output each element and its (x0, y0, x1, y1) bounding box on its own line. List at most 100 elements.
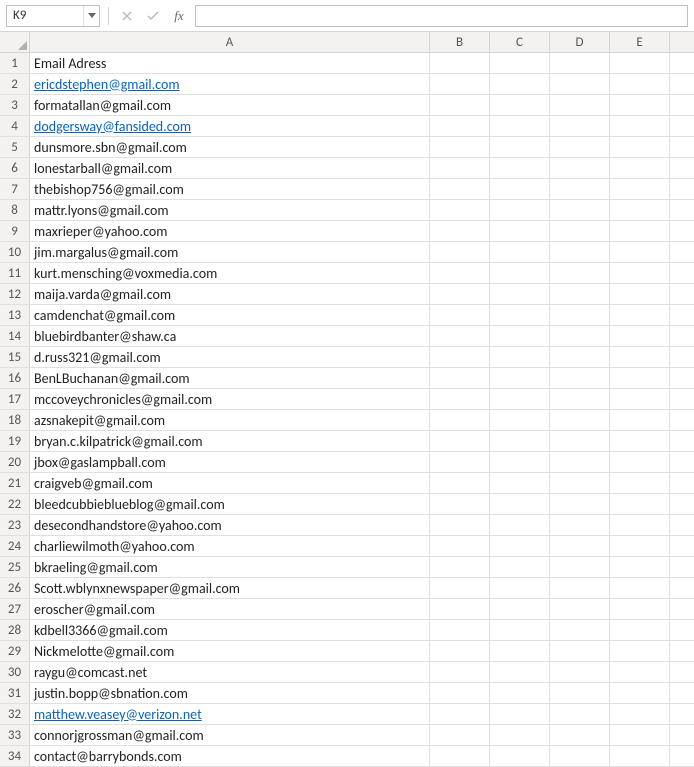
cell-B17[interactable] (430, 389, 490, 409)
cell-C5[interactable] (490, 137, 550, 157)
cell-E8[interactable] (610, 200, 670, 220)
cell-C27[interactable] (490, 599, 550, 619)
cell-B21[interactable] (430, 473, 490, 493)
cell-B33[interactable] (430, 725, 490, 745)
cell-C19[interactable] (490, 431, 550, 451)
cell-A34[interactable]: contact@barrybonds.com (30, 746, 430, 766)
cell-C10[interactable] (490, 242, 550, 262)
cell-E28[interactable] (610, 620, 670, 640)
row-header[interactable]: 18 (0, 410, 30, 430)
cell-D9[interactable] (550, 221, 610, 241)
row-header[interactable]: 5 (0, 137, 30, 157)
cell-B27[interactable] (430, 599, 490, 619)
cell-C29[interactable] (490, 641, 550, 661)
cell-C1[interactable] (490, 53, 550, 73)
cell-E22[interactable] (610, 494, 670, 514)
cell-D14[interactable] (550, 326, 610, 346)
cell-D8[interactable] (550, 200, 610, 220)
row-header[interactable]: 6 (0, 158, 30, 178)
cell-A13[interactable]: camdenchat@gmail.com (30, 305, 430, 325)
cell-B12[interactable] (430, 284, 490, 304)
cell-C30[interactable] (490, 662, 550, 682)
row-header[interactable]: 11 (0, 263, 30, 283)
cell-E17[interactable] (610, 389, 670, 409)
cell-C21[interactable] (490, 473, 550, 493)
cell-B31[interactable] (430, 683, 490, 703)
cell-E25[interactable] (610, 557, 670, 577)
cell-B10[interactable] (430, 242, 490, 262)
cell-A12[interactable]: maija.varda@gmail.com (30, 284, 430, 304)
cell-B15[interactable] (430, 347, 490, 367)
row-header[interactable]: 22 (0, 494, 30, 514)
row-header[interactable]: 25 (0, 557, 30, 577)
formula-bar-input[interactable] (195, 5, 688, 27)
insert-function-button[interactable]: fx (169, 6, 189, 26)
cell-A18[interactable]: azsnakepit@gmail.com (30, 410, 430, 430)
cell-B3[interactable] (430, 95, 490, 115)
cell-C31[interactable] (490, 683, 550, 703)
cell-B13[interactable] (430, 305, 490, 325)
row-header[interactable]: 27 (0, 599, 30, 619)
row-header[interactable]: 34 (0, 746, 30, 766)
cell-D2[interactable] (550, 74, 610, 94)
cell-C20[interactable] (490, 452, 550, 472)
cell-D19[interactable] (550, 431, 610, 451)
cell-D15[interactable] (550, 347, 610, 367)
cell-D12[interactable] (550, 284, 610, 304)
cell-A19[interactable]: bryan.c.kilpatrick@gmail.com (30, 431, 430, 451)
cell-A14[interactable]: bluebirdbanter@shaw.ca (30, 326, 430, 346)
cell-B8[interactable] (430, 200, 490, 220)
column-header-D[interactable]: D (550, 32, 610, 52)
name-box-dropdown[interactable] (83, 6, 99, 26)
row-header[interactable]: 9 (0, 221, 30, 241)
cell-B30[interactable] (430, 662, 490, 682)
column-header-B[interactable]: B (430, 32, 490, 52)
cell-E23[interactable] (610, 515, 670, 535)
cell-E2[interactable] (610, 74, 670, 94)
cell-C28[interactable] (490, 620, 550, 640)
cell-A9[interactable]: maxrieper@yahoo.com (30, 221, 430, 241)
cell-C8[interactable] (490, 200, 550, 220)
cell-D26[interactable] (550, 578, 610, 598)
cell-B9[interactable] (430, 221, 490, 241)
cell-C24[interactable] (490, 536, 550, 556)
cell-A1[interactable]: Email Adress (30, 53, 430, 73)
row-header[interactable]: 12 (0, 284, 30, 304)
row-header[interactable]: 33 (0, 725, 30, 745)
cell-B2[interactable] (430, 74, 490, 94)
cell-C32[interactable] (490, 704, 550, 724)
cell-C4[interactable] (490, 116, 550, 136)
cell-A3[interactable]: formatallan@gmail.com (30, 95, 430, 115)
cell-B19[interactable] (430, 431, 490, 451)
row-header[interactable]: 10 (0, 242, 30, 262)
cell-D1[interactable] (550, 53, 610, 73)
row-header[interactable]: 29 (0, 641, 30, 661)
cell-A6[interactable]: lonestarball@gmail.com (30, 158, 430, 178)
cell-E9[interactable] (610, 221, 670, 241)
cell-A30[interactable]: raygu@comcast.net (30, 662, 430, 682)
cell-E15[interactable] (610, 347, 670, 367)
cell-C3[interactable] (490, 95, 550, 115)
cell-E24[interactable] (610, 536, 670, 556)
row-header[interactable]: 23 (0, 515, 30, 535)
cell-A7[interactable]: thebishop756@gmail.com (30, 179, 430, 199)
cell-C23[interactable] (490, 515, 550, 535)
cell-B4[interactable] (430, 116, 490, 136)
cell-B1[interactable] (430, 53, 490, 73)
cell-B32[interactable] (430, 704, 490, 724)
cell-E14[interactable] (610, 326, 670, 346)
cell-A17[interactable]: mccoveychronicles@gmail.com (30, 389, 430, 409)
cell-A26[interactable]: Scott.wblynxnewspaper@gmail.com (30, 578, 430, 598)
cell-B7[interactable] (430, 179, 490, 199)
cell-C14[interactable] (490, 326, 550, 346)
row-header[interactable]: 3 (0, 95, 30, 115)
cell-A11[interactable]: kurt.mensching@voxmedia.com (30, 263, 430, 283)
cell-D28[interactable] (550, 620, 610, 640)
row-header[interactable]: 31 (0, 683, 30, 703)
cell-B28[interactable] (430, 620, 490, 640)
row-header[interactable]: 30 (0, 662, 30, 682)
cell-B14[interactable] (430, 326, 490, 346)
cell-D10[interactable] (550, 242, 610, 262)
cell-B20[interactable] (430, 452, 490, 472)
cell-D27[interactable] (550, 599, 610, 619)
